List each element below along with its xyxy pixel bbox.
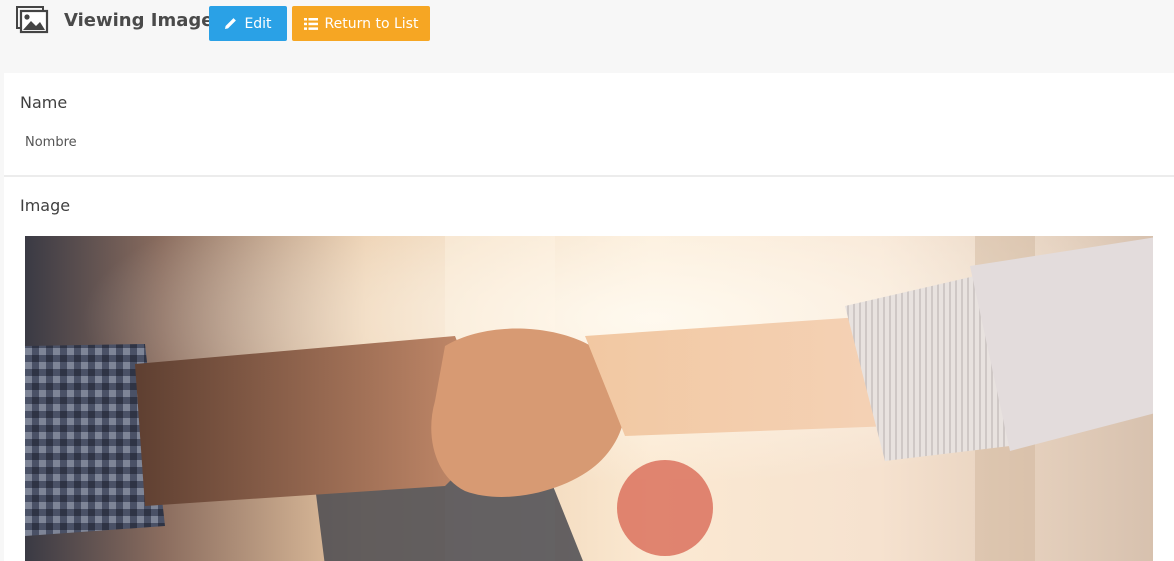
edit-button[interactable]: Edit	[209, 6, 287, 41]
page-title: Viewing Image	[64, 10, 214, 31]
image-preview	[25, 236, 1163, 561]
pencil-icon	[224, 17, 237, 30]
edit-button-label: Edit	[244, 15, 272, 32]
images-icon	[16, 6, 50, 36]
list-icon	[303, 17, 318, 30]
name-value: Nombre	[25, 135, 77, 150]
name-section: Name Nombre	[4, 73, 1174, 177]
page-header: Viewing Image Edit Return to List	[0, 0, 1174, 48]
return-to-list-button[interactable]: Return to List	[292, 6, 430, 41]
return-button-label: Return to List	[324, 15, 419, 32]
image-detail-card: Name Nombre Image	[4, 73, 1174, 561]
name-label: Name	[20, 93, 68, 112]
image-label: Image	[20, 196, 71, 215]
